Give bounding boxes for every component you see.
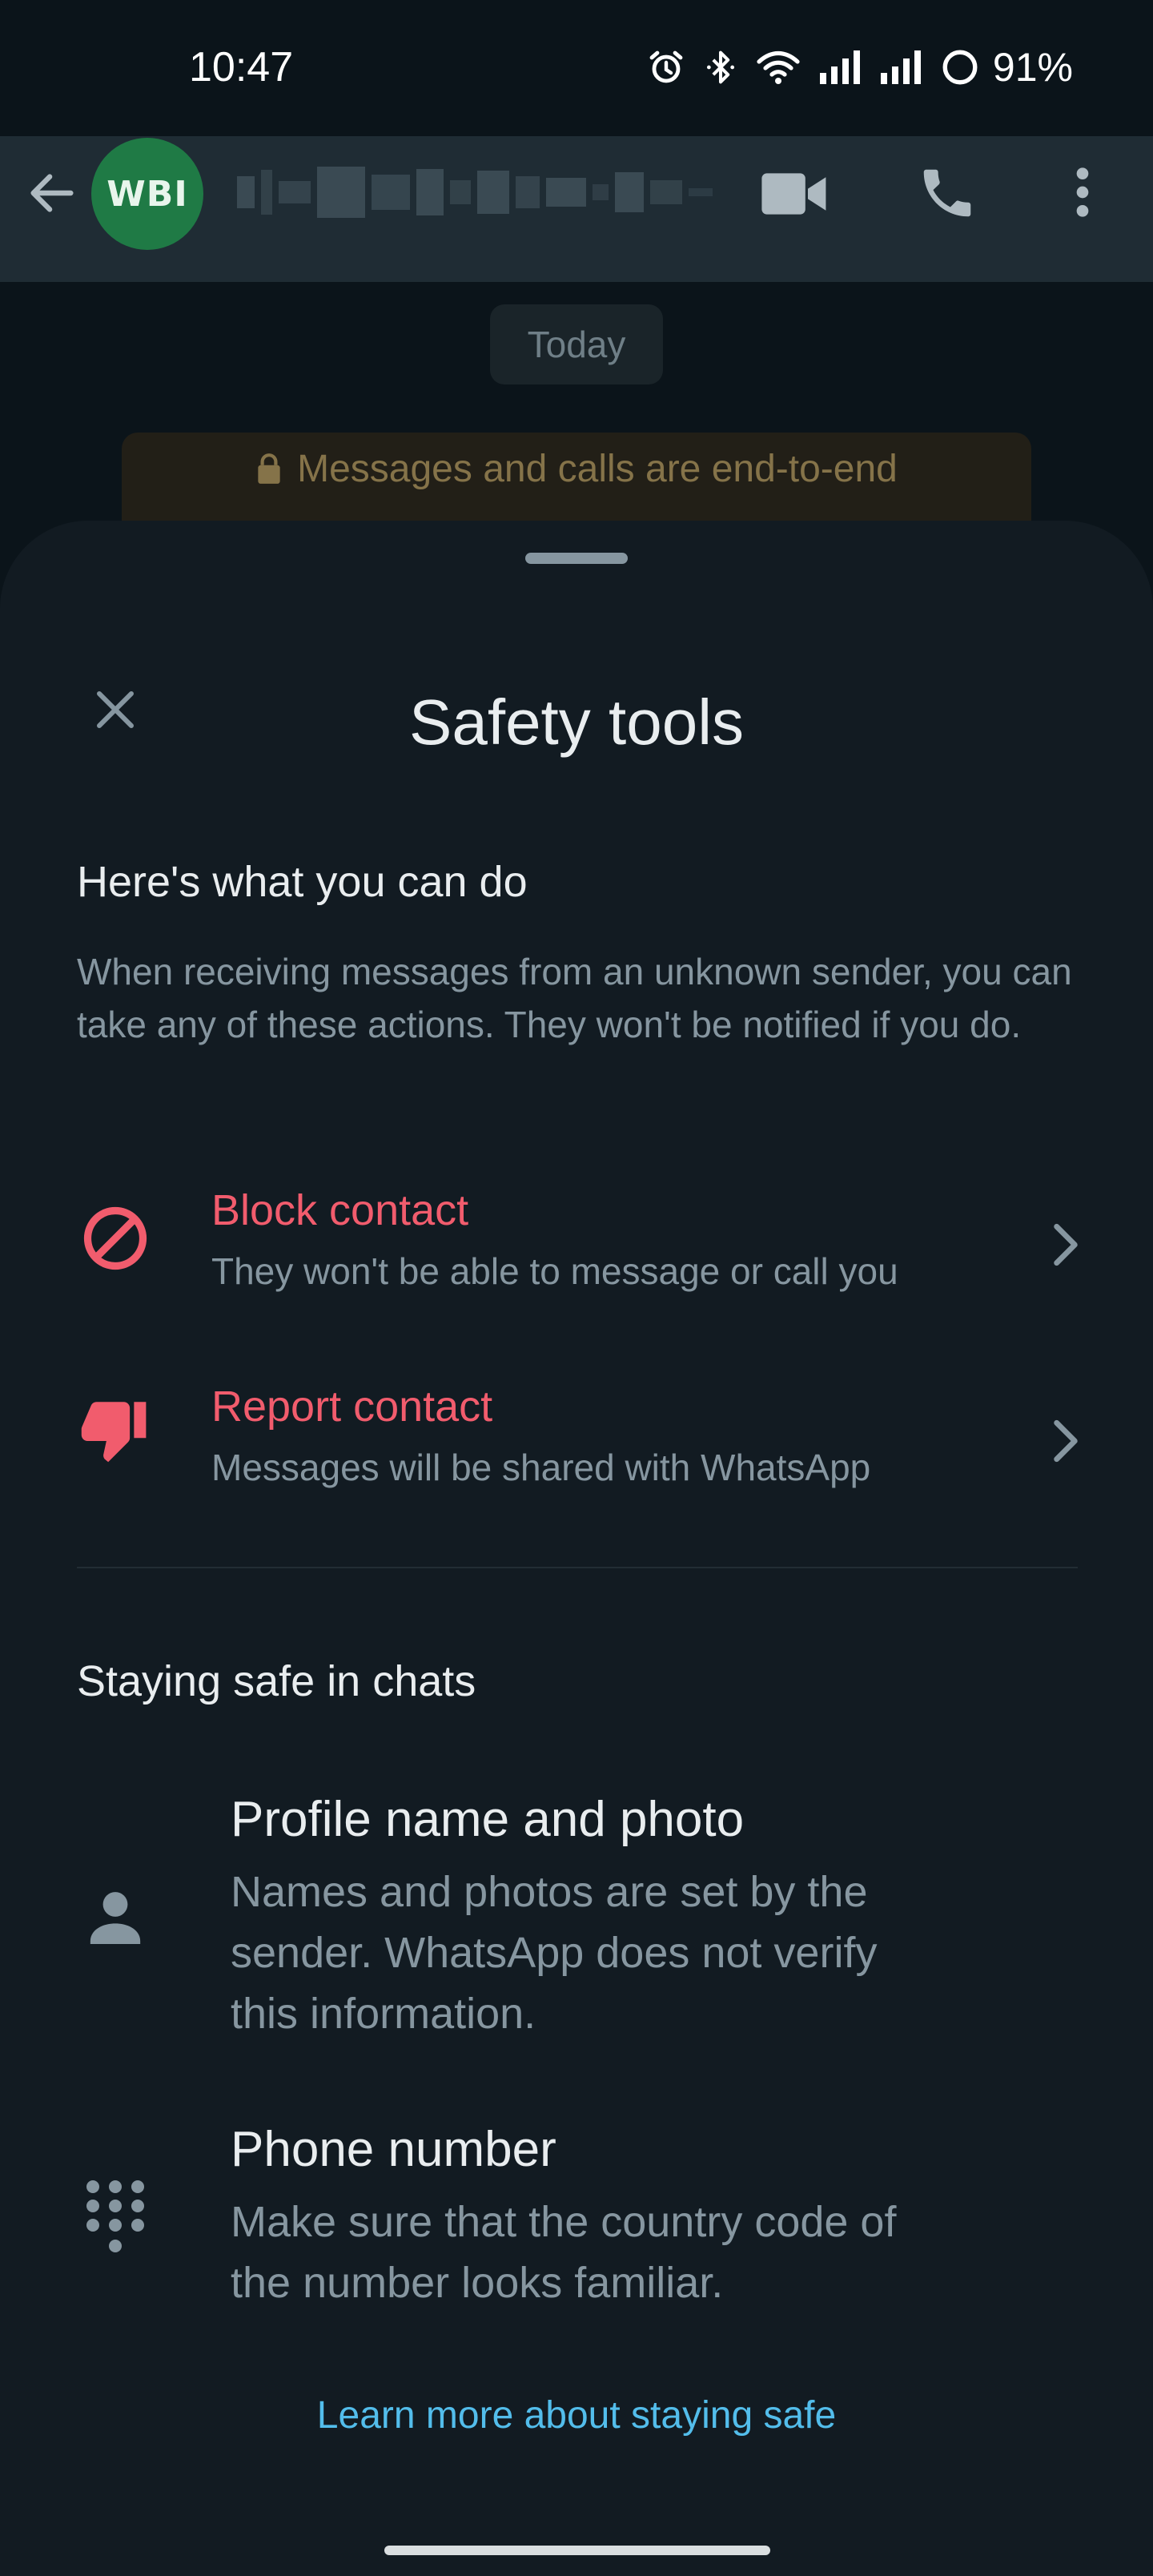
chevron-right-icon xyxy=(1054,1419,1078,1463)
contact-name-redacted[interactable] xyxy=(237,163,713,221)
block-contact-row[interactable]: Block contact They won't be able to mess… xyxy=(0,1185,1153,1346)
avatar[interactable]: WBI xyxy=(91,138,203,250)
safety-tools-sheet: Safety tools Here's what you can do When… xyxy=(0,521,1153,2576)
tip-phone-number: Phone number Make sure that the country … xyxy=(0,2121,1153,2321)
chevron-right-icon xyxy=(1054,1223,1078,1266)
tip-profile-name-photo: Profile name and photo Names and photos … xyxy=(0,1791,1153,2047)
back-arrow-icon[interactable] xyxy=(24,165,80,221)
drag-handle[interactable] xyxy=(525,553,628,564)
signal-icon xyxy=(819,50,860,84)
redaction-blocks xyxy=(237,167,713,218)
screen: 10:47 91% WBI Today Messages and calls a… xyxy=(0,0,1153,2576)
block-icon xyxy=(83,1206,147,1270)
alarm-icon xyxy=(649,50,683,83)
video-call-icon[interactable] xyxy=(759,168,831,219)
tip-profile-description: Names and photos are set by the sender. … xyxy=(231,1868,878,2038)
date-chip: Today xyxy=(490,304,663,384)
section-heading-actions: Here's what you can do xyxy=(77,858,528,906)
battery-icon xyxy=(942,50,978,85)
report-contact-title: Report contact xyxy=(211,1383,493,1431)
report-contact-subtitle: Messages will be shared with WhatsApp xyxy=(211,1447,871,1488)
divider xyxy=(77,1567,1078,1568)
battery-percentage: 91% xyxy=(992,45,1073,90)
block-contact-title: Block contact xyxy=(211,1186,469,1234)
lock-icon xyxy=(258,453,280,484)
dialpad-icon xyxy=(86,2180,144,2252)
tip-phone-description: Make sure that the country code of the n… xyxy=(231,2198,897,2307)
report-contact-row[interactable]: Report contact Messages will be shared w… xyxy=(0,1382,1153,1542)
learn-more-link[interactable]: Learn more about staying safe xyxy=(0,2393,1153,2437)
tip-phone-title: Phone number xyxy=(231,2122,556,2177)
section-intro: When receiving messages from an unknown … xyxy=(77,951,1072,1045)
block-contact-subtitle: They won't be able to message or call yo… xyxy=(211,1250,898,1292)
status-bar: 10:47 91% xyxy=(0,0,1153,136)
tip-profile-title: Profile name and photo xyxy=(231,1792,745,1847)
thumbs-down-icon xyxy=(81,1402,147,1463)
chat-header: WBI xyxy=(0,136,1153,282)
person-icon xyxy=(90,1892,141,1944)
wifi-icon xyxy=(757,50,800,84)
voice-call-icon[interactable] xyxy=(916,162,978,224)
status-time: 10:47 xyxy=(189,44,294,91)
more-options-icon[interactable] xyxy=(1063,160,1102,224)
gesture-nav-bar[interactable] xyxy=(384,2546,770,2555)
avatar-initials: WBI xyxy=(106,173,188,215)
section-heading-tips: Staying safe in chats xyxy=(77,1657,476,1705)
bluetooth-icon xyxy=(706,50,734,84)
signal-icon xyxy=(880,50,921,84)
sheet-title: Safety tools xyxy=(408,686,744,758)
status-icons: 91% xyxy=(647,43,1073,91)
